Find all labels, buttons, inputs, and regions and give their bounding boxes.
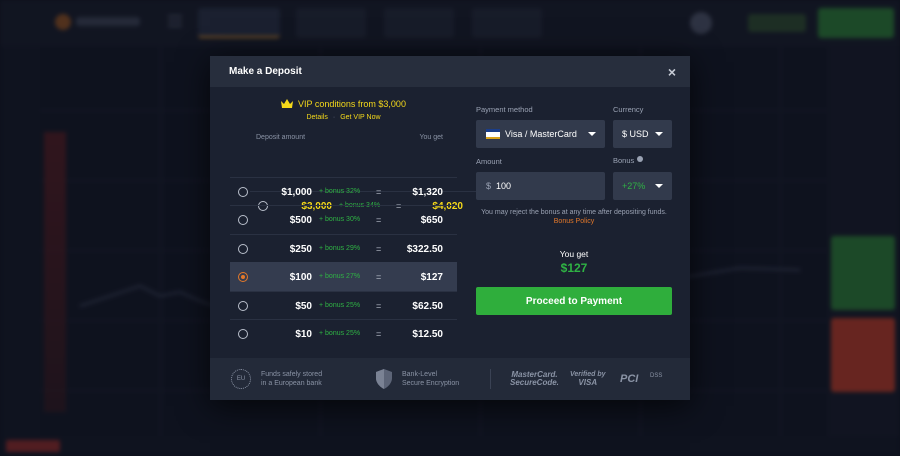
verified-by-visa-logo: Verified by VISA <box>570 371 606 387</box>
close-button[interactable]: × <box>668 65 676 79</box>
bonus-label-wrap: Bonus <box>613 156 644 165</box>
pci-logo: PCI <box>620 373 639 385</box>
deposit-amount: $500 <box>289 215 312 226</box>
bonus-note-text: You may reject the bonus at any time aft… <box>481 209 667 216</box>
column-you-get: You get <box>419 134 444 141</box>
radio-button[interactable] <box>238 329 248 339</box>
amount-option-row[interactable]: $10 + bonus 25% = $12.50 <box>230 319 457 348</box>
bonus-value: +27% <box>622 181 646 191</box>
deposit-amount: $100 <box>289 272 312 283</box>
currency-prefix: $ <box>486 181 492 191</box>
result-amount: $12.50 <box>412 329 443 340</box>
amount-option-row[interactable]: $1,000 + bonus 32% = $1,320 <box>230 176 457 206</box>
equals-sign: = <box>376 215 382 225</box>
payment-method-value: Visa / MasterCard <box>505 129 577 139</box>
currency-label: Currency <box>613 105 644 114</box>
mastercard-securecode-logo: MasterCard. SecureCode. <box>510 371 559 387</box>
encryption-text: Bank-Level Secure Encryption <box>402 370 459 388</box>
encryption-text-line-1: Bank-Level <box>402 371 438 378</box>
bonus-select[interactable]: +27% <box>613 172 672 200</box>
equals-sign: = <box>376 186 382 197</box>
amount-options: $3,000 + bonus 34% = $4,020 $1,000 + bon… <box>230 148 477 348</box>
bonus-percent: + bonus 29% <box>319 244 361 252</box>
deposit-amount: $50 <box>295 300 312 312</box>
amount-input[interactable]: $ 100 <box>476 172 605 200</box>
deposit-amount: $10 <box>295 329 312 340</box>
vip-links: Details · Get VIP Now <box>230 114 457 121</box>
column-deposit-amount: Deposit amount <box>256 134 306 141</box>
divider <box>490 369 491 389</box>
funds-text-line-1: Funds safely stored <box>261 371 323 378</box>
bonus-percent: + bonus 32% <box>319 187 361 195</box>
radio-button[interactable] <box>238 243 248 254</box>
amount-option-row[interactable]: $100 + bonus 27% = $127 <box>230 262 457 291</box>
bonus-percent: + bonus 25% <box>319 330 361 337</box>
card-icon <box>486 129 500 139</box>
security-footer: EU Funds safely stored in a European ban… <box>210 358 690 400</box>
equals-sign: = <box>376 329 382 339</box>
payment-method-label: Payment method <box>476 105 533 114</box>
separator: · <box>332 114 336 121</box>
amount-option-row[interactable]: $250 + bonus 29% = $322.50 <box>230 233 457 263</box>
vip-headline-row: VIP conditions from $3,000 <box>230 99 457 109</box>
visa-line-2: VISA <box>578 378 598 387</box>
funds-safety-text: Funds safely stored in a European bank <box>261 370 322 388</box>
result-amount: $322.50 <box>406 243 443 255</box>
currency-value: $ USD <box>622 129 649 139</box>
you-get-label: You get <box>559 249 589 259</box>
amount-option-row[interactable]: $500 + bonus 30% = $650 <box>230 205 457 234</box>
bonus-percent: + bonus 27% <box>319 273 361 280</box>
bonus-percent: + bonus 30% <box>319 216 361 223</box>
radio-button[interactable] <box>238 300 248 311</box>
radio-button-selected[interactable] <box>238 272 248 282</box>
amount-table-header: Deposit amount You get <box>230 132 457 148</box>
radio-button[interactable] <box>238 186 248 197</box>
amount-option-row[interactable]: $50 + bonus 25% = $62.50 <box>230 290 457 320</box>
bonus-note: You may reject the bonus at any time aft… <box>476 208 672 226</box>
encryption-text-line-2: Secure Encryption <box>402 380 460 387</box>
deposit-amount: $1,000 <box>281 186 312 198</box>
vip-details-link[interactable]: Details <box>306 114 327 121</box>
modal-title: Make a Deposit <box>229 66 302 77</box>
eu-icon: EU <box>231 369 251 389</box>
get-vip-link[interactable]: Get VIP Now <box>340 114 380 121</box>
equals-sign: = <box>376 272 382 282</box>
amount-value: 100 <box>496 181 512 191</box>
result-amount: $650 <box>420 215 443 226</box>
chevron-down-icon <box>655 132 663 136</box>
equals-sign: = <box>376 243 382 254</box>
result-amount: $62.50 <box>412 300 443 312</box>
deposit-modal: Make a Deposit × VIP conditions from $3,… <box>210 56 690 400</box>
mastercard-line-2: SecureCode. <box>510 378 559 387</box>
modal-header: Make a Deposit × <box>210 56 690 87</box>
funds-text-line-2: in a European bank <box>261 380 322 387</box>
amount-label: Amount <box>476 157 502 166</box>
equals-sign: = <box>376 300 382 311</box>
payment-method-select[interactable]: Visa / MasterCard <box>476 120 605 148</box>
currency-select[interactable]: $ USD <box>613 120 672 148</box>
bonus-label: Bonus <box>613 156 635 165</box>
info-icon[interactable] <box>637 156 644 162</box>
bonus-percent: + bonus 25% <box>319 301 361 309</box>
result-amount: $1,320 <box>412 186 443 198</box>
radio-button[interactable] <box>238 215 248 225</box>
vip-block: VIP conditions from $3,000 Details · Get… <box>230 99 457 121</box>
proceed-to-payment-button[interactable]: Proceed to Payment <box>476 287 672 315</box>
result-amount: $127 <box>420 272 443 283</box>
chevron-down-icon <box>655 184 663 188</box>
you-get-value: $127 <box>560 261 588 275</box>
shield-icon <box>376 369 392 389</box>
pci-dss-text: DSS <box>650 373 663 379</box>
vip-headline: VIP conditions from $3,000 <box>298 99 406 109</box>
bonus-policy-link[interactable]: Bonus Policy <box>476 217 672 226</box>
crown-icon <box>281 99 294 108</box>
deposit-amount: $250 <box>289 243 312 255</box>
chevron-down-icon <box>588 132 596 136</box>
